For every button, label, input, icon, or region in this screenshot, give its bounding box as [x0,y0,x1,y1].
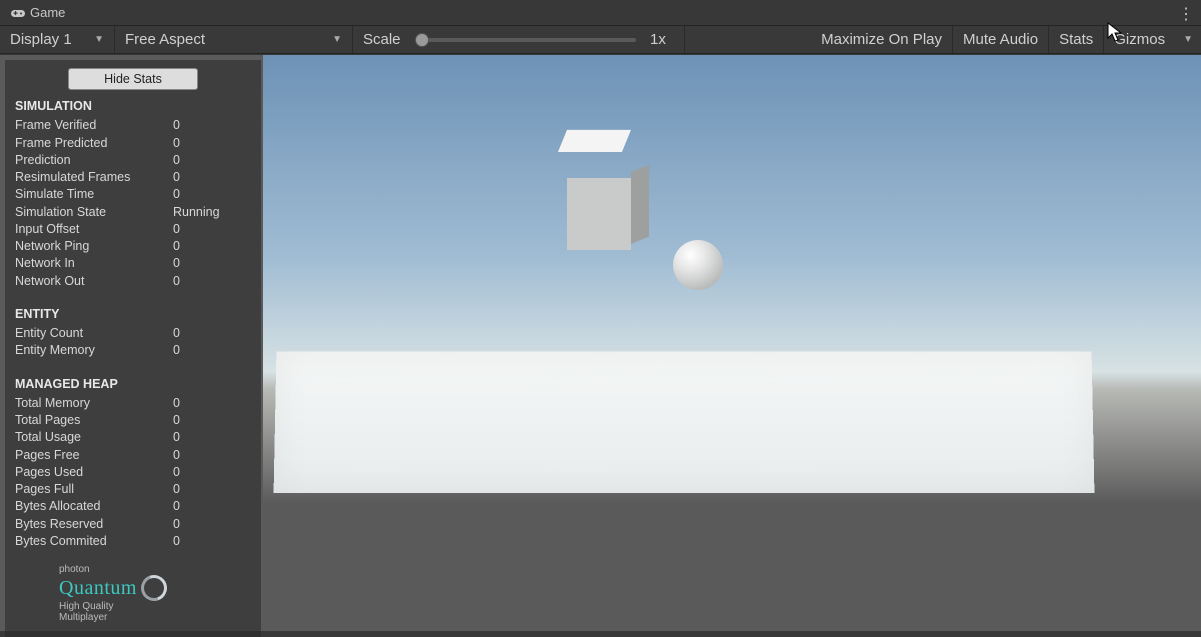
stats-overlay: Hide Stats SIMULATION Frame Verified0Fra… [5,60,261,637]
logo-brand: photon [59,564,251,575]
hide-stats-button[interactable]: Hide Stats [68,68,198,90]
tab-more-button[interactable]: ⋮ [1177,4,1195,24]
display-label: Display 1 [10,31,72,48]
stat-label: Resimulated Frames [15,169,173,186]
stat-value: 0 [173,498,251,515]
logo-product: Quantum [59,577,137,599]
stat-label: Bytes Reserved [15,516,173,533]
stat-row: Pages Full0 [15,481,251,498]
stat-row: Entity Count0 [15,325,251,342]
stat-value: 0 [173,221,251,238]
stat-label: Bytes Allocated [15,498,173,515]
stat-value: 0 [173,533,251,550]
stat-row: Simulate Time0 [15,186,251,203]
stat-row: Bytes Allocated0 [15,498,251,515]
stat-row: Simulation StateRunning [15,204,251,221]
stat-label: Pages Full [15,481,173,498]
stat-label: Network In [15,255,173,272]
mute-audio-button[interactable]: Mute Audio [953,26,1049,53]
stat-value: 0 [173,238,251,255]
aspect-label: Free Aspect [125,31,205,48]
stat-label: Prediction [15,152,173,169]
chevron-down-icon: ▼ [332,34,342,45]
logo-tag2: Multiplayer [59,612,251,623]
stat-row: Network Out0 [15,273,251,290]
stat-label: Bytes Commited [15,533,173,550]
stat-value: 0 [173,395,251,412]
stat-label: Network Ping [15,238,173,255]
stat-value: 0 [173,412,251,429]
stat-value: Running [173,204,251,221]
section-header-heap: MANAGED HEAP [15,376,251,393]
stat-label: Frame Predicted [15,135,173,152]
stat-row: Total Memory0 [15,395,251,412]
stat-value: 0 [173,342,251,359]
stat-row: Frame Predicted0 [15,135,251,152]
stat-value: 0 [173,447,251,464]
stat-row: Pages Free0 [15,447,251,464]
stat-label: Network Out [15,273,173,290]
stat-row: Input Offset0 [15,221,251,238]
scene-ground [274,351,1095,493]
stat-value: 0 [173,117,251,134]
display-dropdown[interactable]: Display 1 ▼ [0,26,115,53]
stat-row: Prediction0 [15,152,251,169]
stat-label: Total Usage [15,429,173,446]
stat-value: 0 [173,273,251,290]
section-header-entity: ENTITY [15,306,251,323]
stat-label: Entity Memory [15,342,173,359]
stat-value: 0 [173,429,251,446]
gizmos-dropdown[interactable]: ▼ [1175,26,1201,53]
stat-row: Frame Verified0 [15,117,251,134]
stat-row: Bytes Reserved0 [15,516,251,533]
aspect-dropdown[interactable]: Free Aspect ▼ [115,26,353,53]
stat-label: Frame Verified [15,117,173,134]
stat-row: Total Pages0 [15,412,251,429]
stat-row: Resimulated Frames0 [15,169,251,186]
chevron-down-icon: ▼ [94,34,104,45]
stat-row: Entity Memory0 [15,342,251,359]
stat-row: Network In0 [15,255,251,272]
stat-row: Bytes Commited0 [15,533,251,550]
stat-label: Total Memory [15,395,173,412]
stat-label: Simulation State [15,204,173,221]
stat-value: 0 [173,152,251,169]
stat-value: 0 [173,135,251,152]
stat-label: Total Pages [15,412,173,429]
maximize-on-play-button[interactable]: Maximize On Play [811,26,953,53]
tab-game[interactable]: Game [6,1,75,25]
section-header-simulation: SIMULATION [15,98,251,115]
stat-label: Pages Used [15,464,173,481]
stat-value: 0 [173,255,251,272]
stats-button[interactable]: Stats [1049,26,1104,53]
tab-label: Game [30,5,65,20]
gizmos-button[interactable]: Gizmos [1104,26,1175,53]
stat-value: 0 [173,464,251,481]
slider-thumb[interactable] [415,33,429,47]
stat-row: Pages Used0 [15,464,251,481]
stat-value: 0 [173,186,251,203]
stat-label: Input Offset [15,221,173,238]
scene-cube [567,160,631,224]
gamepad-icon [10,5,26,21]
stat-label: Simulate Time [15,186,173,203]
quantum-logo: photon Quantum High Quality Multiplayer [15,564,251,623]
game-viewport [263,55,1201,631]
stat-label: Entity Count [15,325,173,342]
stat-row: Network Ping0 [15,238,251,255]
scale-slider[interactable] [415,38,636,42]
stat-value: 0 [173,169,251,186]
scale-value: 1x [650,31,674,48]
logo-tag1: High Quality [59,601,251,612]
stat-value: 0 [173,516,251,533]
stat-value: 0 [173,325,251,342]
scene-sphere [673,240,723,290]
stat-value: 0 [173,481,251,498]
scale-label: Scale [363,31,401,48]
stat-row: Total Usage0 [15,429,251,446]
stat-label: Pages Free [15,447,173,464]
